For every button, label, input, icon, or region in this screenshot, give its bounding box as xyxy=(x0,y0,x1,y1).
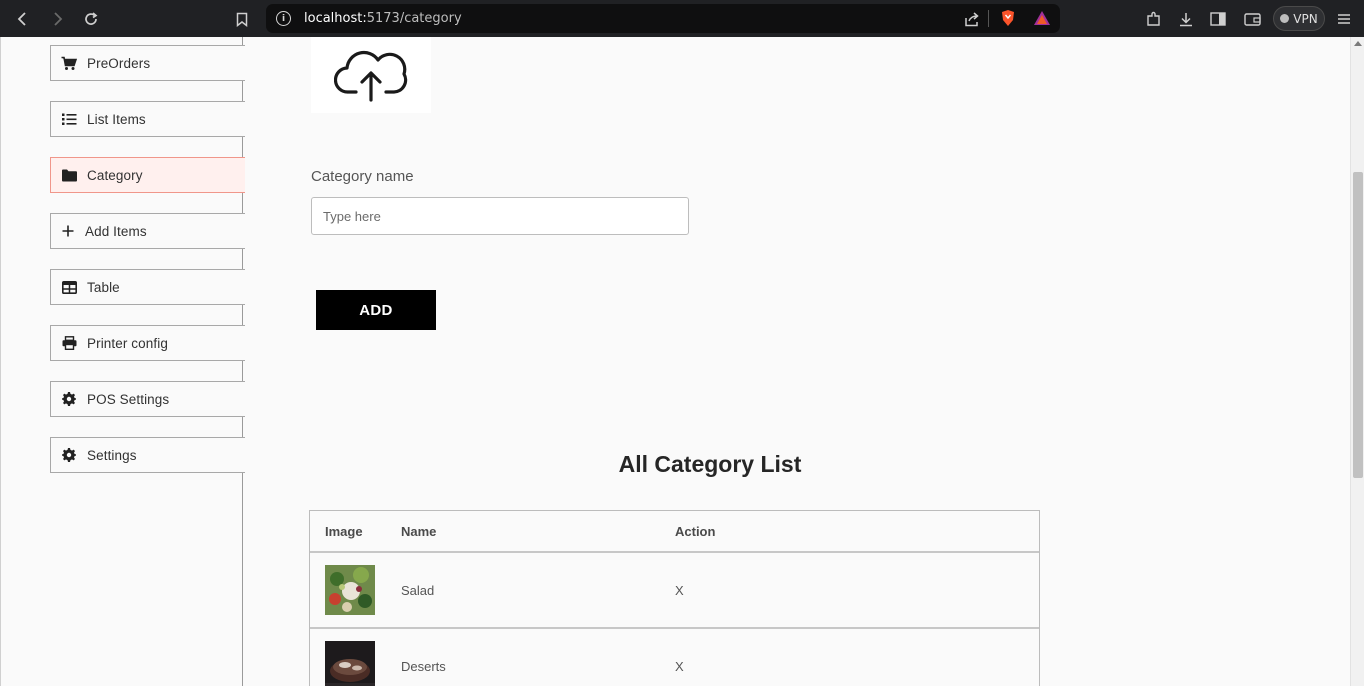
desserts-thumbnail xyxy=(325,641,375,686)
column-header-action: Action xyxy=(675,523,716,539)
table-row: Salad X xyxy=(310,553,1039,629)
scroll-up-icon[interactable] xyxy=(1354,41,1362,46)
sidebar-item-table[interactable]: Table xyxy=(50,269,245,305)
printer-icon xyxy=(61,335,77,351)
category-name-label: Category name xyxy=(311,168,414,185)
sidebar-item-label: Category xyxy=(87,167,143,183)
forward-icon[interactable] xyxy=(46,8,68,30)
row-image-cell xyxy=(310,565,401,615)
gear-icon xyxy=(61,447,77,463)
cart-icon xyxy=(61,55,77,71)
brave-rewards-icon[interactable] xyxy=(1033,10,1050,28)
vpn-status-icon xyxy=(1280,14,1290,23)
main-content: Category name ADD All Category List Imag… xyxy=(243,37,1350,686)
category-table: Image Name Action Salad X Deserts X xyxy=(309,510,1040,686)
sidebar-toggle-icon[interactable] xyxy=(1207,8,1229,30)
column-header-name: Name xyxy=(401,523,437,539)
brave-shields-icon[interactable] xyxy=(1000,9,1016,27)
salad-thumbnail xyxy=(325,565,375,615)
site-info-icon[interactable]: i xyxy=(276,11,291,26)
sidebar: PreOrders List Items Category Add Items … xyxy=(0,37,245,686)
share-icon[interactable] xyxy=(961,8,983,30)
table-row: Deserts X xyxy=(310,629,1039,686)
reload-icon[interactable] xyxy=(80,8,102,30)
sidebar-item-pos-settings[interactable]: POS Settings xyxy=(50,381,245,417)
image-upload-area[interactable] xyxy=(311,37,431,113)
scrollbar-thumb[interactable] xyxy=(1353,172,1363,478)
category-name-input[interactable] xyxy=(311,197,689,235)
row-name: Salad xyxy=(401,582,435,598)
extensions-icon[interactable] xyxy=(1143,8,1165,30)
wallet-icon[interactable] xyxy=(1241,8,1263,30)
sidebar-item-label: Printer config xyxy=(87,335,168,351)
vpn-button[interactable]: VPN xyxy=(1273,6,1325,31)
delete-action[interactable]: X xyxy=(675,659,1039,674)
plus-icon xyxy=(61,223,75,239)
sidebar-item-settings[interactable]: Settings xyxy=(50,437,245,473)
sidebar-item-label: Table xyxy=(87,279,120,295)
list-icon xyxy=(61,111,77,127)
add-button[interactable]: ADD xyxy=(316,290,436,330)
sidebar-item-category[interactable]: Category xyxy=(50,157,245,193)
back-icon[interactable] xyxy=(12,8,34,30)
table-icon xyxy=(61,279,77,295)
sidebar-item-label: PreOrders xyxy=(87,55,151,71)
url-divider xyxy=(988,10,989,27)
sidebar-item-printer-config[interactable]: Printer config xyxy=(50,325,245,361)
sidebar-item-label: List Items xyxy=(87,111,146,127)
row-image-cell xyxy=(310,641,401,686)
delete-action[interactable]: X xyxy=(675,583,1039,598)
menu-icon[interactable] xyxy=(1333,8,1355,30)
page-scrollbar[interactable] xyxy=(1350,37,1364,686)
row-name: Deserts xyxy=(401,658,446,674)
sidebar-item-label: Settings xyxy=(87,447,137,463)
browser-toolbar: i localhost:5173/category VPN xyxy=(0,0,1364,37)
list-title: All Category List xyxy=(618,451,802,477)
sidebar-item-list-items[interactable]: List Items xyxy=(50,101,245,137)
gear-icon xyxy=(61,391,77,407)
sidebar-item-add-items[interactable]: Add Items xyxy=(50,213,245,249)
column-header-image: Image xyxy=(325,523,363,539)
download-icon[interactable] xyxy=(1175,8,1197,30)
vpn-label: VPN xyxy=(1293,11,1318,26)
sidebar-item-label: Add Items xyxy=(85,223,147,239)
sidebar-item-preorders[interactable]: PreOrders xyxy=(50,45,245,81)
cloud-upload-icon xyxy=(334,50,408,102)
sidebar-item-label: POS Settings xyxy=(87,391,170,407)
folder-icon xyxy=(61,167,77,183)
bookmark-icon[interactable] xyxy=(231,8,253,30)
table-header: Image Name Action xyxy=(310,511,1039,553)
address-bar[interactable]: i localhost:5173/category xyxy=(266,4,1060,33)
url-text[interactable]: localhost:5173/category xyxy=(304,11,462,26)
